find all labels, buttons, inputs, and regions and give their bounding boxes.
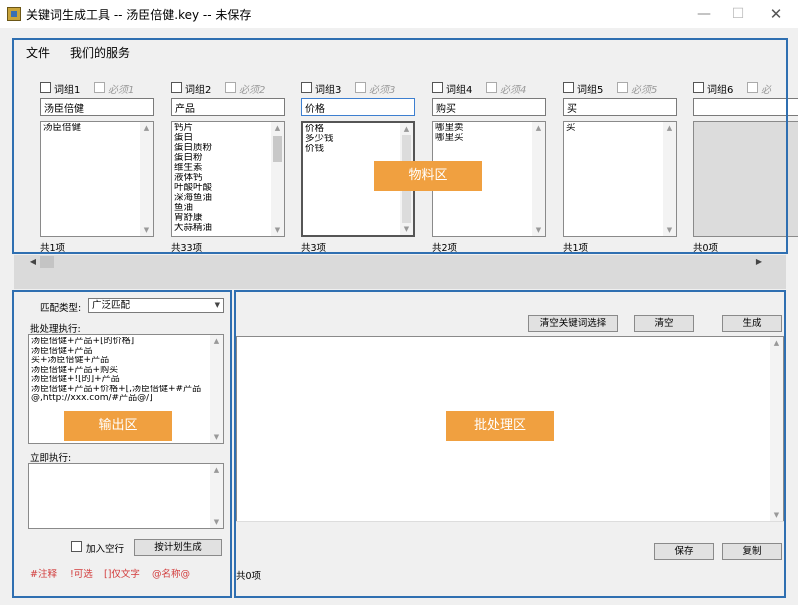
maximize-icon[interactable]: ☐: [722, 0, 754, 28]
material-region: [12, 38, 788, 254]
splitter[interactable]: [14, 269, 786, 289]
output-region: [12, 290, 232, 598]
batch-region-tag: 批处理区: [446, 411, 554, 441]
hscroll-thumb[interactable]: [40, 256, 54, 268]
app-icon: [7, 7, 21, 21]
output-region-tag: 输出区: [64, 411, 172, 441]
title-bar: 关键词生成工具 -- 汤臣倍健.key -- 未保存 — ☐ ✕: [0, 0, 798, 28]
window-title: 关键词生成工具 -- 汤臣倍健.key -- 未保存: [26, 8, 252, 22]
scroll-left-icon[interactable]: ◀: [26, 255, 40, 269]
scroll-right-icon[interactable]: ▶: [752, 255, 766, 269]
minimize-icon[interactable]: —: [688, 0, 720, 28]
close-icon[interactable]: ✕: [760, 0, 792, 28]
material-region-tag: 物料区: [374, 161, 482, 191]
material-hscroll[interactable]: ◀ ▶: [14, 255, 786, 269]
batch-region: [234, 290, 786, 598]
